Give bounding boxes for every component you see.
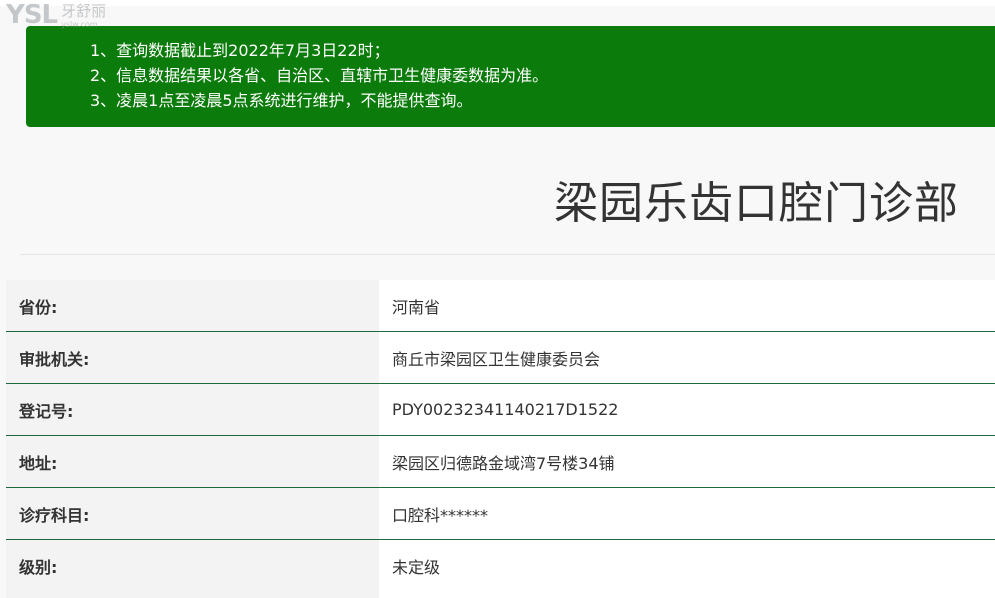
info-value: 河南省 bbox=[379, 280, 995, 331]
info-label: 登记号: bbox=[6, 384, 379, 435]
info-row-province: 省份: 河南省 bbox=[6, 280, 995, 332]
info-label: 级别: bbox=[6, 540, 379, 591]
title-section: 梁园乐齿口腔门诊部 bbox=[20, 140, 995, 255]
info-value: PDY00232341140217D1522 bbox=[379, 384, 995, 435]
info-row-registration: 登记号: PDY00232341140217D1522 bbox=[6, 384, 995, 436]
info-value: 口腔科****** bbox=[379, 488, 995, 539]
info-label: 省份: bbox=[6, 280, 379, 331]
clinic-title: 梁园乐齿口腔门诊部 bbox=[554, 178, 959, 229]
info-row-level: 级别: 未定级 bbox=[6, 540, 995, 592]
table-continuation bbox=[6, 590, 995, 598]
top-strip bbox=[0, 0, 995, 6]
notice-line: 1、查询数据截止到2022年7月3日22时； bbox=[90, 41, 390, 60]
watermark-name: 牙舒丽 bbox=[61, 2, 107, 20]
info-value: 梁园区归德路金域湾7号楼34铺 bbox=[379, 436, 995, 487]
info-label: 地址: bbox=[6, 436, 379, 487]
notice-banner: 1、查询数据截止到2022年7月3日22时； 2、信息数据结果以各省、自治区、直… bbox=[26, 26, 995, 127]
notice-line: 3、凌晨1点至凌晨5点系统进行维护，不能提供查询。 bbox=[90, 91, 473, 110]
info-label: 诊疗科目: bbox=[6, 488, 379, 539]
info-label: 审批机关: bbox=[6, 332, 379, 383]
watermark-mark: YSL bbox=[6, 0, 58, 30]
info-value: 商丘市梁园区卫生健康委员会 bbox=[379, 332, 995, 383]
info-table: 省份: 河南省 审批机关: 商丘市梁园区卫生健康委员会 登记号: PDY0023… bbox=[6, 280, 995, 592]
info-value: 未定级 bbox=[379, 540, 995, 591]
info-row-departments: 诊疗科目: 口腔科****** bbox=[6, 488, 995, 540]
watermark-logo: YSL 牙舒丽 yslw.com bbox=[6, 0, 106, 34]
info-row-address: 地址: 梁园区归德路金域湾7号楼34铺 bbox=[6, 436, 995, 488]
watermark-url: yslw.com bbox=[61, 20, 98, 29]
notice-line: 2、信息数据结果以各省、自治区、直辖市卫生健康委数据为准。 bbox=[90, 66, 549, 85]
info-row-authority: 审批机关: 商丘市梁园区卫生健康委员会 bbox=[6, 332, 995, 384]
